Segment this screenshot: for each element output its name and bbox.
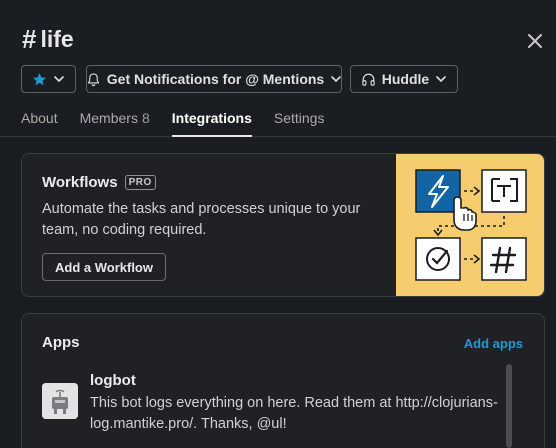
app-description: This bot logs everything on here. Read t… <box>90 395 498 432</box>
apps-title: Apps <box>42 334 80 351</box>
channel-tabs: About Members 8 Integrations Settings <box>21 110 346 137</box>
huddle-label: Huddle <box>381 71 430 87</box>
logbot-avatar[interactable] <box>42 383 78 419</box>
tab-members-label: Members <box>79 110 138 126</box>
notifications-label: Get Notifications for @ Mentions <box>106 71 325 87</box>
star-channel-button[interactable] <box>21 65 76 93</box>
chevron-down-icon <box>54 76 64 83</box>
robot-icon <box>42 383 78 419</box>
add-workflow-button[interactable]: Add a Workflow <box>42 253 166 281</box>
channel-name: life <box>40 26 74 52</box>
channel-hash: # <box>22 24 37 54</box>
workflows-description: Automate the tasks and processes unique … <box>42 201 361 238</box>
workflows-title: Workflows PRO <box>42 174 156 191</box>
headphones-icon <box>362 73 375 86</box>
close-icon <box>528 34 542 48</box>
channel-details-header: # life Get Notifications for @ Mentions … <box>0 0 556 137</box>
workflows-card: Workflows PRO Automate the tasks and pro… <box>21 153 545 297</box>
tab-about[interactable]: About <box>21 110 58 137</box>
workflow-illustration <box>396 154 544 296</box>
apps-card: Apps Add apps logbot This bot logs every… <box>21 313 545 448</box>
members-count: 8 <box>141 110 150 126</box>
tab-about-label: About <box>21 110 58 126</box>
add-apps-link[interactable]: Add apps <box>464 336 523 351</box>
tab-settings[interactable]: Settings <box>274 110 325 137</box>
chevron-down-icon <box>436 76 447 83</box>
star-icon <box>33 72 46 85</box>
huddle-button[interactable]: Huddle <box>350 65 458 93</box>
notifications-button[interactable]: Get Notifications for @ Mentions <box>86 65 342 93</box>
pro-badge: PRO <box>124 175 156 190</box>
tab-integrations-label: Integrations <box>171 110 252 126</box>
tab-settings-label: Settings <box>273 110 325 126</box>
workflow-diagram-icon <box>415 169 527 281</box>
tab-integrations[interactable]: Integrations <box>171 110 253 137</box>
chevron-down-icon <box>331 76 342 83</box>
workflows-title-text: Workflows <box>42 174 118 191</box>
app-name[interactable]: logbot <box>90 372 136 389</box>
tab-members[interactable]: Members 8 <box>80 110 150 137</box>
bell-icon <box>87 72 99 86</box>
scrollbar-thumb[interactable] <box>506 364 512 448</box>
close-button[interactable] <box>524 30 546 52</box>
channel-title: # life <box>22 24 74 55</box>
